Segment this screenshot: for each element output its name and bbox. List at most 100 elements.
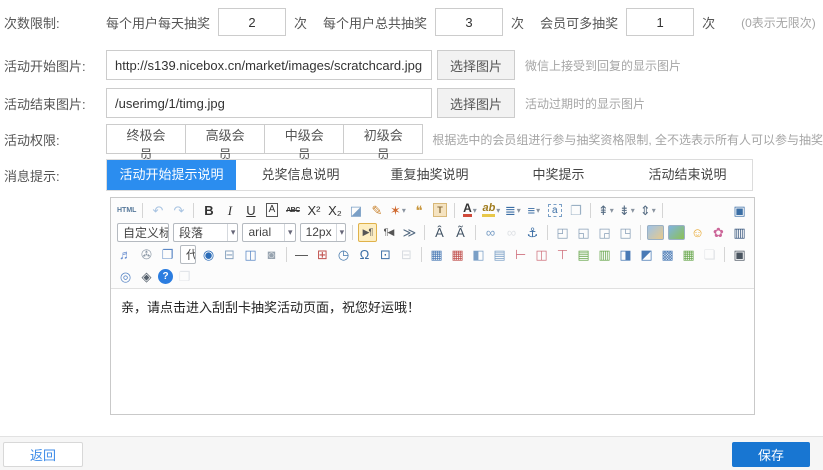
emotion-icon[interactable]: ☺: [688, 223, 707, 242]
delete-col-icon[interactable]: ▥: [595, 245, 614, 264]
image-float-left-icon[interactable]: ◱: [574, 223, 593, 242]
chevron-down-icon: ▾: [610, 206, 614, 215]
ordered-list-icon[interactable]: ≣▾: [503, 201, 522, 220]
heading-select[interactable]: 自定义标题▾: [117, 223, 169, 242]
blockquote-icon[interactable]: ❝: [409, 201, 428, 220]
delete-row-icon[interactable]: ⊤: [553, 245, 572, 264]
back-button[interactable]: 返回: [3, 442, 83, 467]
message-tab[interactable]: 重复抽奖说明: [365, 160, 494, 190]
member-group-button[interactable]: 中级会员: [264, 124, 344, 154]
icon-glyph: Â: [435, 225, 444, 240]
subscript-icon[interactable]: X₂: [325, 201, 344, 220]
superscript-icon[interactable]: X²: [304, 201, 323, 220]
unordered-list-icon[interactable]: ≡▾: [524, 201, 543, 220]
time-icon[interactable]: ◷: [334, 245, 353, 264]
end-image-input[interactable]: [106, 88, 432, 118]
save-button[interactable]: 保存: [732, 442, 810, 467]
insert-paragraph-before-table-icon[interactable]: ⊢: [511, 245, 530, 264]
font-color-icon[interactable]: A▾: [460, 201, 479, 220]
image-float-right-icon[interactable]: ◲: [595, 223, 614, 242]
end-image-label: 活动结束图片:: [0, 94, 106, 113]
message-tab[interactable]: 活动开始提示说明: [107, 160, 236, 190]
member-group-button[interactable]: 高级会员: [185, 124, 265, 154]
paragraph-select[interactable]: 段落▾: [173, 223, 238, 242]
anchor-name-icon[interactable]: a: [545, 201, 564, 220]
limit-count-input[interactable]: [626, 8, 694, 36]
icon-glyph: ?: [162, 269, 168, 284]
scrawl-icon[interactable]: ✿: [709, 223, 728, 242]
split-cells-icon[interactable]: ▦: [679, 245, 698, 264]
insert-col-icon[interactable]: ◫: [532, 245, 551, 264]
fullscreen-preview-icon[interactable]: ▣: [730, 201, 749, 220]
code-language-select[interactable]: 代码语言▾: [180, 245, 196, 264]
strikethrough-icon[interactable]: ABC: [283, 201, 302, 220]
blank-doc-icon[interactable]: ❐: [566, 201, 585, 220]
limit-count-input[interactable]: [435, 8, 503, 36]
table-title-icon[interactable]: ▤: [490, 245, 509, 264]
start-image-pick-button[interactable]: 选择图片: [437, 50, 515, 80]
delete-table-icon[interactable]: ▦: [448, 245, 467, 264]
merge-cells-icon[interactable]: ▩: [658, 245, 677, 264]
image-float-center-icon[interactable]: ◳: [616, 223, 635, 242]
map-icon[interactable]: ❐: [158, 245, 177, 264]
attachment-icon[interactable]: ✇: [137, 245, 156, 264]
member-group-button[interactable]: 终极会员: [106, 124, 186, 154]
highlight-color-icon[interactable]: ab▾: [481, 201, 501, 220]
dir-rtl-icon[interactable]: ¶◀: [379, 223, 398, 242]
message-tab[interactable]: 兑奖信息说明: [236, 160, 365, 190]
page-break-icon[interactable]: ⊟: [220, 245, 239, 264]
icon-glyph: Ã: [456, 225, 465, 240]
insert-row-icon[interactable]: ▤: [574, 245, 593, 264]
table-caption-icon[interactable]: ◧: [469, 245, 488, 264]
snapshot-icon[interactable]: ◙: [262, 245, 281, 264]
format-brush-icon[interactable]: ✎: [367, 201, 386, 220]
auto-typeset-icon[interactable]: ✶▾: [388, 201, 407, 220]
editor-content-area[interactable]: 亲，请点击进入刮刮卡抽奖活动页面，祝您好运哦！: [111, 289, 754, 414]
font-family-select[interactable]: arial▾: [242, 223, 295, 242]
merge-right-icon[interactable]: ◨: [616, 245, 635, 264]
format-clear-icon[interactable]: ◪: [346, 201, 365, 220]
end-image-pick-button[interactable]: 选择图片: [437, 88, 515, 118]
font-border-icon[interactable]: A: [262, 201, 281, 220]
insert-code-icon[interactable]: ◉: [199, 245, 218, 264]
date-icon[interactable]: ⊞: [313, 245, 332, 264]
italic-icon[interactable]: I: [220, 201, 239, 220]
insert-image-icon[interactable]: [667, 223, 686, 242]
merge-down-icon[interactable]: ◩: [637, 245, 656, 264]
link-icon[interactable]: ∞: [481, 223, 500, 242]
edit-table-icon[interactable]: ⊡: [376, 245, 395, 264]
to-lowercase-icon[interactable]: Ã: [451, 223, 470, 242]
anchor-icon[interactable]: ⚓: [523, 223, 542, 242]
limit-count-input[interactable]: [218, 8, 286, 36]
dir-ltr-icon[interactable]: ▶¶: [358, 223, 377, 242]
template-icon[interactable]: ◫: [241, 245, 260, 264]
help-icon[interactable]: ?: [158, 269, 173, 284]
redo-icon[interactable]: ↷: [169, 201, 188, 220]
image-icon[interactable]: [646, 223, 665, 242]
message-tab[interactable]: 活动结束说明: [623, 160, 752, 190]
to-uppercase-icon[interactable]: Â: [430, 223, 449, 242]
insert-table-icon[interactable]: ▦: [427, 245, 446, 264]
font-size-select[interactable]: 12px▾: [300, 223, 346, 242]
video-icon[interactable]: ▥: [730, 223, 749, 242]
print-icon[interactable]: ▣: [730, 245, 749, 264]
undo-icon[interactable]: ↶: [148, 201, 167, 220]
html-source-icon[interactable]: HTML: [116, 201, 137, 220]
image-float-none-icon[interactable]: ◰: [553, 223, 572, 242]
search-replace-icon[interactable]: ◈: [137, 267, 156, 286]
preview-page-icon[interactable]: ◎: [116, 267, 135, 286]
music-icon[interactable]: ♬: [116, 245, 135, 264]
line-height-icon[interactable]: ⇕▾: [638, 201, 657, 220]
start-image-input[interactable]: [106, 50, 432, 80]
special-chars-icon[interactable]: Ω: [355, 245, 374, 264]
paragraph-space-top-icon[interactable]: ⇞▾: [596, 201, 615, 220]
message-tab[interactable]: 中奖提示: [494, 160, 623, 190]
indent-icon[interactable]: ≫: [400, 223, 419, 242]
paste-text-icon[interactable]: T: [430, 201, 449, 220]
bold-icon[interactable]: B: [199, 201, 218, 220]
member-group-button[interactable]: 初级会员: [343, 124, 423, 154]
underline-icon[interactable]: U: [241, 201, 260, 220]
paragraph-space-bottom-icon[interactable]: ⇟▾: [617, 201, 636, 220]
icon-glyph: ⚓: [527, 225, 539, 240]
horizontal-rule-icon[interactable]: —: [292, 245, 311, 264]
